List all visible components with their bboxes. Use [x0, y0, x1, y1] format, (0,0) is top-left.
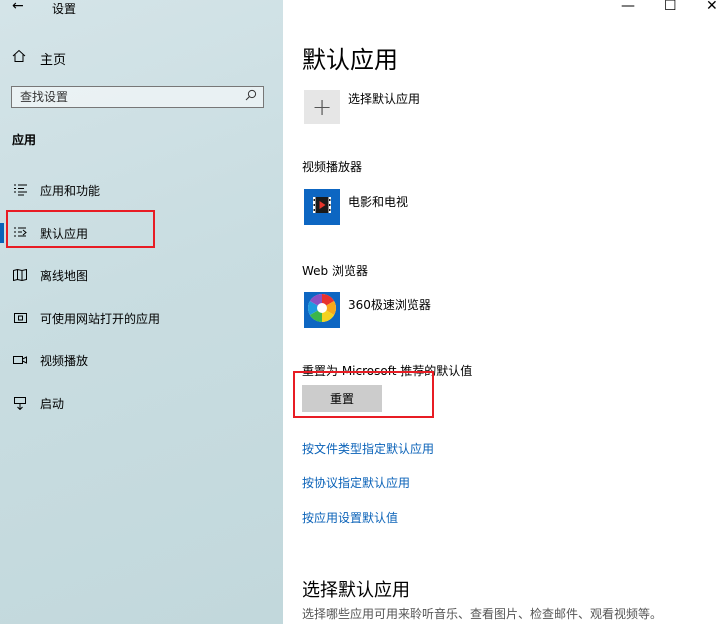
video-playback-icon: [12, 353, 28, 367]
sidebar: ← 设置 主页 应用 应用和功能 默认应用 离线地图: [0, 0, 283, 624]
search-icon[interactable]: [245, 89, 257, 104]
sidebar-item-label: 可使用网站打开的应用: [40, 311, 161, 326]
back-arrow-icon[interactable]: ←: [12, 0, 24, 14]
startup-icon: [12, 396, 28, 410]
video-player-app-name[interactable]: 电影和电视: [348, 193, 408, 210]
highlight-box-reset: [293, 371, 434, 418]
sidebar-section-title: 应用: [12, 133, 37, 147]
apps-for-websites-icon: [12, 311, 28, 325]
web-browser-app-tile[interactable]: [304, 292, 340, 328]
page-title: 默认应用: [302, 46, 398, 74]
section-description: 选择哪些应用可用来聆听音乐、查看图片、检查邮件、观看视频等。: [302, 607, 663, 621]
window-title: 设置: [52, 2, 77, 16]
link-by-protocol[interactable]: 按协议指定默认应用: [302, 474, 410, 491]
movies-tv-icon: [312, 196, 332, 218]
browser-360-icon: [306, 292, 338, 328]
section-heading: 选择默认应用: [302, 580, 410, 601]
sidebar-item-apps-features[interactable]: 应用和功能: [12, 179, 100, 201]
close-button[interactable]: ✕: [706, 0, 718, 14]
sidebar-item-video-playback[interactable]: 视频播放: [12, 349, 88, 371]
search-input[interactable]: [12, 87, 248, 107]
choose-default-app-label[interactable]: 选择默认应用: [348, 90, 420, 107]
minimize-button[interactable]: —: [621, 0, 635, 14]
apps-list-icon: [12, 183, 28, 197]
link-by-app[interactable]: 按应用设置默认值: [302, 509, 398, 526]
offline-maps-icon: [12, 268, 28, 282]
web-browser-category: Web 浏览器: [302, 264, 368, 278]
active-indicator: [0, 223, 4, 243]
sidebar-item-offline-maps[interactable]: 离线地图: [12, 264, 88, 286]
video-player-category: 视频播放器: [302, 160, 363, 174]
highlight-box-default-apps: [6, 210, 155, 248]
sidebar-item-startup[interactable]: 启动: [12, 392, 64, 414]
link-by-file-type[interactable]: 按文件类型指定默认应用: [302, 440, 434, 457]
plus-icon: +: [311, 93, 333, 121]
main-content: — ☐ ✕ 默认应用 + 选择默认应用 视频播放器 电影和电视 Web 浏览器: [283, 0, 719, 624]
sidebar-item-label: 离线地图: [40, 268, 89, 283]
sidebar-item-label: 应用和功能: [40, 183, 101, 198]
sidebar-item-home-label: 主页: [40, 52, 67, 68]
web-browser-app-name[interactable]: 360极速浏览器: [348, 296, 431, 313]
search-box[interactable]: [11, 86, 264, 108]
sidebar-item-apps-for-websites[interactable]: 可使用网站打开的应用: [12, 307, 160, 329]
video-player-app-tile[interactable]: [304, 189, 340, 225]
sidebar-item-label: 视频播放: [40, 353, 89, 368]
home-icon: [12, 49, 28, 67]
choose-default-app-button[interactable]: +: [304, 90, 340, 124]
maximize-button[interactable]: ☐: [664, 0, 677, 14]
sidebar-item-home[interactable]: 主页: [12, 48, 66, 68]
sidebar-item-label: 启动: [40, 396, 65, 411]
